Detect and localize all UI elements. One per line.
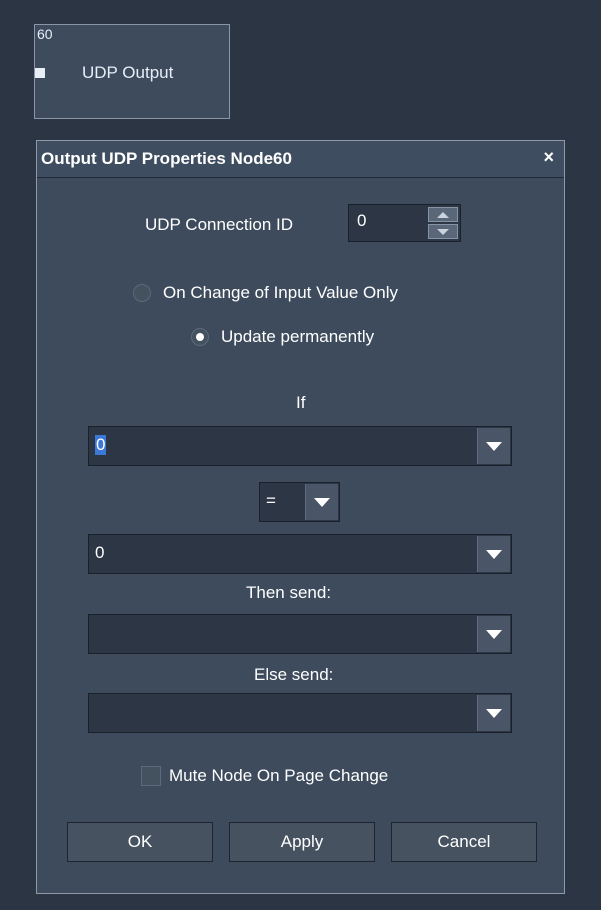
arrow-down-icon xyxy=(437,228,449,235)
apply-button[interactable]: Apply xyxy=(229,822,375,862)
chevron-down-icon xyxy=(486,441,502,451)
else-send-combobox[interactable] xyxy=(88,693,512,733)
arrow-up-icon xyxy=(437,211,449,218)
node-label: UDP Output xyxy=(82,63,174,82)
chevron-down-icon xyxy=(486,708,502,718)
close-icon[interactable]: × xyxy=(543,147,554,168)
if-combobox[interactable]: 0 xyxy=(88,426,512,466)
connection-id-value[interactable]: 0 xyxy=(357,211,366,231)
connection-id-label: UDP Connection ID xyxy=(145,215,294,234)
if-dropdown-button[interactable] xyxy=(477,428,510,464)
properties-dialog: Output UDP Properties Node60 × UDP Conne… xyxy=(36,140,565,894)
udp-output-node[interactable]: 60 UDP Output xyxy=(34,24,230,119)
then-send-label: Then send: xyxy=(246,583,332,602)
radio-on-change[interactable]: On Change of Input Value Only xyxy=(133,283,398,303)
radio-permanent-label: Update permanently xyxy=(221,327,375,346)
operator-dropdown-button[interactable] xyxy=(305,484,338,520)
compare-combobox[interactable]: 0 xyxy=(88,534,512,574)
radio-permanent[interactable]: Update permanently xyxy=(191,327,374,347)
connection-id-spinner[interactable]: 0 xyxy=(348,204,461,242)
node-id-label: 60 xyxy=(37,26,53,42)
spin-up-button[interactable] xyxy=(428,207,458,222)
operator-combobox[interactable]: = xyxy=(259,482,340,522)
chevron-down-icon xyxy=(486,549,502,559)
chevron-down-icon xyxy=(314,497,330,507)
radio-on-change-button[interactable] xyxy=(133,284,151,302)
mute-node-label: Mute Node On Page Change xyxy=(169,766,389,785)
dialog-titlebar[interactable]: Output UDP Properties Node60 × xyxy=(37,141,564,178)
mute-node-option[interactable]: Mute Node On Page Change xyxy=(141,766,388,786)
ok-button[interactable]: OK xyxy=(67,822,213,862)
then-send-combobox[interactable] xyxy=(88,614,512,654)
operator-value[interactable]: = xyxy=(266,491,276,511)
if-value[interactable]: 0 xyxy=(95,435,107,455)
mute-node-checkbox[interactable] xyxy=(141,766,161,786)
compare-value[interactable]: 0 xyxy=(95,543,104,563)
else-send-dropdown-button[interactable] xyxy=(477,695,510,731)
radio-on-change-label: On Change of Input Value Only xyxy=(163,283,399,302)
input-port[interactable] xyxy=(35,68,45,78)
else-send-label: Else send: xyxy=(254,665,334,684)
chevron-down-icon xyxy=(486,629,502,639)
dialog-title: Output UDP Properties Node60 xyxy=(41,149,292,168)
spin-down-button[interactable] xyxy=(428,224,458,239)
then-send-dropdown-button[interactable] xyxy=(477,616,510,652)
cancel-button[interactable]: Cancel xyxy=(391,822,537,862)
compare-dropdown-button[interactable] xyxy=(477,536,510,572)
radio-permanent-button[interactable] xyxy=(191,328,209,346)
if-label: If xyxy=(296,393,306,412)
